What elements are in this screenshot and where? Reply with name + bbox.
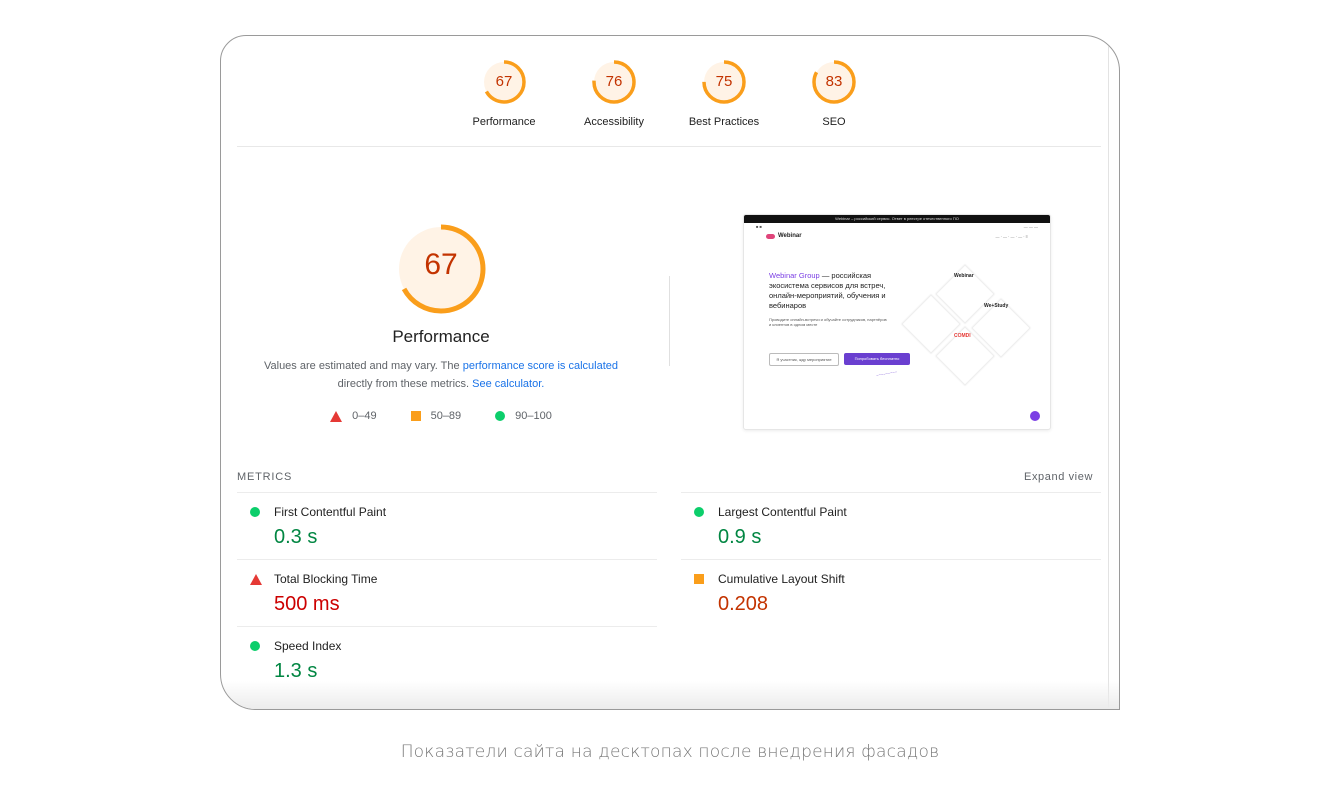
category-gauges: 67 Performance 76 Accessibility 75 Best … [221, 36, 1119, 146]
gauge-score: 83 [825, 73, 843, 90]
metrics-title: METRICS [237, 471, 293, 483]
gauge-label: SEO [822, 116, 846, 128]
score-legend: 0–49 50–89 90–100 [241, 410, 641, 422]
thumb-subtext: Проводите онлайн-встречи и обучайте сотр… [769, 317, 887, 327]
legend-average-label: 50–89 [430, 410, 462, 422]
metric-name: First Contentful Paint [274, 505, 387, 519]
average-square-icon [694, 574, 704, 584]
gauge-score: 67 [495, 73, 513, 90]
thumb-product-comdi: COMDI [954, 333, 971, 339]
gauge-score: 76 [605, 73, 623, 90]
metric-value: 0.208 [718, 593, 769, 615]
metric-first-contentful-paint: First Contentful Paint 0.3 s [237, 492, 657, 559]
metric-name: Total Blocking Time [274, 572, 378, 586]
thumb-product-westudy: We+Study [984, 303, 1009, 309]
thumb-secondary-button: Я участник, жду мероприятие [769, 353, 839, 366]
lighthouse-report-frame: 67 Performance 76 Accessibility 75 Best … [220, 35, 1120, 710]
thumb-logo-text: Webinar [778, 233, 802, 239]
thumb-nav: Webinar — · — · — · — · ≡ [744, 231, 1050, 241]
gauge-score: 75 [715, 73, 733, 90]
metric-value: 0.9 s [718, 526, 762, 548]
thumb-logo: Webinar [766, 233, 802, 239]
gauge-seo[interactable]: 83 SEO [779, 58, 889, 128]
legend-fail: 0–49 [330, 410, 377, 422]
legend-pass: 90–100 [495, 410, 552, 422]
gauge-best-practices[interactable]: 75 Best Practices [669, 58, 779, 128]
legend-fail-label: 0–49 [352, 410, 377, 422]
gauge-label: Performance [472, 116, 536, 128]
desc-text-2: directly from these metrics. [337, 378, 473, 390]
circle-icon [495, 411, 506, 421]
desc-text: Values are estimated and may vary. The [263, 360, 463, 372]
thumb-primary-button: Попробовать бесплатно [844, 353, 910, 365]
gauge-label: Best Practices [688, 116, 760, 128]
thumb-chat-icon [1030, 411, 1040, 421]
metrics-column-left: First Contentful Paint 0.3 s Total Block… [237, 492, 657, 693]
metrics-column-right: Largest Contentful Paint 0.9 s Cumulativ… [681, 492, 1101, 626]
metric-name: Speed Index [274, 639, 342, 653]
metric-value: 500 ms [274, 593, 340, 615]
performance-score: 67 [424, 248, 458, 281]
pass-circle-icon [250, 641, 260, 651]
square-icon [410, 411, 421, 421]
metric-total-blocking-time: Total Blocking Time 500 ms [237, 559, 657, 626]
expand-view-toggle[interactable]: Expand view [1024, 471, 1093, 483]
thumb-handwriting: ~~~~~~~~~ [875, 369, 898, 378]
thumb-product-webinar: Webinar [954, 273, 974, 279]
metric-value: 0.3 s [274, 526, 318, 548]
gauge-accessibility[interactable]: 76 Accessibility [559, 58, 669, 128]
thumb-hero: Webinar Group — российская экосистема се… [769, 271, 889, 327]
thumb-banner: Webinar – российский сервис. Ответ в рее… [744, 215, 1050, 223]
vertical-divider [669, 276, 670, 366]
thumb-utility-row: ■ ■ — — — [756, 224, 1038, 229]
metric-largest-contentful-paint: Largest Contentful Paint 0.9 s [681, 492, 1101, 559]
figure-caption: Показатели сайта на десктопах после внед… [400, 742, 940, 762]
legend-average: 50–89 [410, 410, 462, 422]
see-calculator-link[interactable]: See calculator. [472, 378, 544, 390]
thumb-headline-brand: Webinar Group [769, 271, 820, 280]
metrics-header: METRICS Expand view [237, 471, 1093, 483]
pass-circle-icon [250, 507, 260, 517]
performance-summary: 67 Performance Values are estimated and … [241, 221, 641, 422]
pass-circle-icon [694, 507, 704, 517]
performance-title: Performance [392, 327, 490, 346]
metric-speed-index: Speed Index 1.3 s [237, 626, 657, 693]
gauge-label: Accessibility [584, 116, 644, 128]
webinar-logo-icon [766, 233, 775, 239]
metric-name: Largest Contentful Paint [718, 505, 847, 519]
fail-triangle-icon [250, 574, 262, 585]
metric-cumulative-layout-shift: Cumulative Layout Shift 0.208 [681, 559, 1101, 626]
thumb-menu: — · — · — · — · ≡ [995, 233, 1028, 239]
performance-big-gauge: 67 [393, 221, 489, 317]
metric-name: Cumulative Layout Shift [718, 572, 845, 586]
metric-value: 1.3 s [274, 660, 318, 682]
performance-description: Values are estimated and may vary. The p… [241, 357, 641, 393]
divider [237, 146, 1101, 147]
triangle-icon [330, 410, 343, 422]
gauge-performance[interactable]: 67 Performance [449, 58, 559, 128]
final-screenshot-thumbnail[interactable]: Webinar – российский сервис. Ответ в рее… [743, 214, 1051, 430]
score-calculated-link[interactable]: performance score is calculated [463, 360, 618, 372]
legend-pass-label: 90–100 [515, 410, 552, 422]
